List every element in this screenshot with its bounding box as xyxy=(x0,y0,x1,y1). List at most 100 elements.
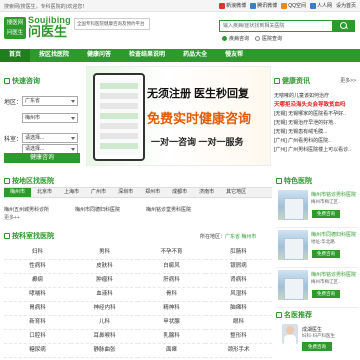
banner-line-3: 一对一咨询 一对一服务 xyxy=(151,137,244,147)
department-link[interactable]: 性病科 xyxy=(4,260,71,274)
news-item[interactable]: [无锡] 无锡治疗早泄的好地.. xyxy=(274,119,358,128)
phone-illustration xyxy=(93,73,145,161)
department-link[interactable]: 男科 xyxy=(71,246,138,260)
nav-test-results[interactable]: 检查结果说明 xyxy=(120,49,174,62)
tab-city[interactable]: 梅州市 xyxy=(4,188,32,197)
department-link[interactable]: 肿瘤科 xyxy=(71,274,138,288)
qzone-icon xyxy=(281,2,288,9)
featured-hospital-name[interactable]: 梅州市铭诊男科医院 xyxy=(311,191,356,198)
tencent-weibo-link[interactable]: 腾讯微博 xyxy=(250,2,277,9)
department-link[interactable]: 皮肤科 xyxy=(71,260,138,274)
tab-city[interactable]: 上海市 xyxy=(58,188,85,197)
nav-drugs[interactable]: 药品大全 xyxy=(174,49,216,62)
radio-hospital[interactable]: 医院查询 xyxy=(255,35,282,42)
department-link[interactable]: 脑瘫科 xyxy=(205,302,272,316)
nav-health-qa[interactable]: 健康问答 xyxy=(78,49,120,62)
department-link[interactable]: 癫痫 xyxy=(4,274,71,288)
search-input[interactable]: 输入疾病/症状找到相关医院 xyxy=(219,20,333,32)
department-link[interactable]: 肾病科 xyxy=(205,274,272,288)
hospital-more-link[interactable]: 更多++ xyxy=(4,214,20,221)
doctor-avatar xyxy=(282,324,298,344)
tab-city[interactable]: 济南市 xyxy=(193,188,220,197)
department-link[interactable]: 风湿科 xyxy=(205,288,272,302)
department-link[interactable]: 口腔科 xyxy=(4,330,71,344)
department-link[interactable]: 血液科 xyxy=(71,288,138,302)
tab-city[interactable]: 广州市 xyxy=(85,188,112,197)
dept-select[interactable]: 请选择... xyxy=(22,133,78,143)
department-link[interactable]: 银屑病 xyxy=(205,260,272,274)
department-link[interactable]: 糖尿病 xyxy=(4,344,71,358)
department-link[interactable]: 静脉曲张 xyxy=(71,344,138,358)
department-link[interactable]: 肝病科 xyxy=(138,274,205,288)
tab-city[interactable]: 郑州市 xyxy=(139,188,166,197)
department-link[interactable]: 眼科 xyxy=(205,316,272,330)
department-link[interactable]: 甲状腺 xyxy=(138,316,205,330)
region-hospitals-title: 按地区找医院 xyxy=(4,176,54,186)
dept-location: 所在地区：广东省 梅州市 xyxy=(200,234,257,240)
nav-community[interactable]: 慢友帮 xyxy=(216,49,252,62)
featured-hospital-card[interactable]: 梅州市铭诊男科医院 梅州市梅江区.. 免费咨询 xyxy=(276,188,358,228)
department-link[interactable]: 乳腺科 xyxy=(138,330,205,344)
tab-city[interactable]: 深圳市 xyxy=(112,188,139,197)
free-consult-button[interactable]: 免费咨询 xyxy=(312,290,340,298)
department-link[interactable]: 整形科 xyxy=(205,330,272,344)
expert-name[interactable]: 成湖医生 xyxy=(302,326,322,333)
renren-icon xyxy=(309,2,316,9)
set-homepage-link[interactable]: 设为首页 xyxy=(336,2,356,9)
department-link[interactable]: 儿科 xyxy=(71,316,138,330)
logo-badge-line1: 搜医网 xyxy=(6,20,24,26)
department-link[interactable]: 精神科 xyxy=(138,302,205,316)
featured-hospital-name[interactable]: 梅州市铭诊男科医院 xyxy=(311,271,356,278)
dept-label: 科室： xyxy=(4,137,23,143)
featured-hospitals-title: 特色医院 xyxy=(276,176,312,186)
hospital-link[interactable]: 梅州铭诊堂男科医院 xyxy=(146,206,191,213)
clock-icon xyxy=(4,78,10,84)
expert-consult-button[interactable]: 免费咨询 xyxy=(302,342,332,351)
free-consult-button[interactable]: 免费咨询 xyxy=(312,250,340,258)
department-link[interactable]: 神经内科 xyxy=(71,302,138,316)
radio-disease[interactable]: 疾病咨询 xyxy=(222,35,249,42)
logo-badge[interactable]: 搜医网 问医生 xyxy=(4,17,26,39)
news-item[interactable]: 无喘哮的儿童该如何治疗 xyxy=(274,92,358,101)
main-nav: 首页 按区找医院 健康问答 检查结果说明 药品大全 慢友帮 xyxy=(0,49,360,62)
search-button[interactable] xyxy=(333,20,355,32)
province-select[interactable]: 广东省 xyxy=(22,96,78,106)
department-link[interactable]: 哮喘科 xyxy=(4,288,71,302)
qzone-link[interactable]: QQ空间 xyxy=(281,2,306,9)
department-link[interactable]: 妇科 xyxy=(4,246,71,260)
tab-city[interactable]: 成都市 xyxy=(166,188,193,197)
hospital-link[interactable]: 梅州五州城男科诊所 xyxy=(4,206,49,213)
department-link[interactable]: 白癜风 xyxy=(138,260,205,274)
news-item[interactable]: [无锡] 无锡患有绒毛膜... xyxy=(274,128,358,137)
site-logo[interactable]: Soujibing 问医生 xyxy=(28,15,71,38)
department-link[interactable]: 肛肠科 xyxy=(205,246,272,260)
consult-button[interactable]: 健康咨询 xyxy=(4,153,80,163)
news-item-headline[interactable]: 天哪拒沿海头炎会导致贫血吗 xyxy=(274,101,358,110)
department-link[interactable]: 新育科 xyxy=(4,316,71,330)
department-link[interactable]: 骨科 xyxy=(138,288,205,302)
city-select[interactable]: 梅州市 xyxy=(22,113,78,123)
hospital-link[interactable]: 梅州市同德妇科医院 xyxy=(75,206,120,213)
nav-home[interactable]: 首页 xyxy=(0,49,31,62)
weibo-icon xyxy=(219,2,226,9)
news-item[interactable]: [无锡] 无锡哪家的医院看不孕好.. xyxy=(274,110,358,119)
weibo-link[interactable]: 新浪微博 xyxy=(219,2,246,9)
tab-city[interactable]: 其它地区 xyxy=(220,188,252,197)
department-link[interactable]: 面瘫 xyxy=(138,344,205,358)
promo-banner[interactable]: 无须注册 医生秒回复 免费实时健康咨询 一对一咨询 一对一服务 xyxy=(86,66,271,166)
tab-city[interactable]: 北京市 xyxy=(31,188,58,197)
renren-link[interactable]: 人人网 xyxy=(309,2,332,9)
news-item[interactable]: [广州] 广州男科医院楼上可以看诊.. xyxy=(274,146,358,155)
featured-hospital-card[interactable]: 梅州市铭诊男科医院 梅州市梅江区.. 免费咨询 xyxy=(276,268,358,308)
department-link[interactable]: 胃病科 xyxy=(4,302,71,316)
department-link[interactable]: 不孕不育 xyxy=(138,246,205,260)
department-grid: 妇科 男科 不孕不育 肛肠科性病科 皮肤科 白癜风 银屑病癫痫 肿瘤科 肝病科 肾病科哮喘科 血液科… xyxy=(4,246,272,358)
free-consult-button[interactable]: 免费咨询 xyxy=(312,210,340,218)
news-more-link[interactable]: 更多>> xyxy=(340,77,356,84)
department-link[interactable]: 耳鼻喉科 xyxy=(71,330,138,344)
nav-by-region[interactable]: 按区找医院 xyxy=(30,49,78,62)
featured-hospital-name[interactable]: 梅州市同德妇科医院 xyxy=(311,231,356,238)
featured-hospital-card[interactable]: 梅州市同德妇科医院 地址:华北路 免费咨询 xyxy=(276,228,358,268)
news-item[interactable]: [广州] 广州看男科的医院.. xyxy=(274,137,358,146)
department-link[interactable]: 颈形手术 xyxy=(205,344,272,358)
